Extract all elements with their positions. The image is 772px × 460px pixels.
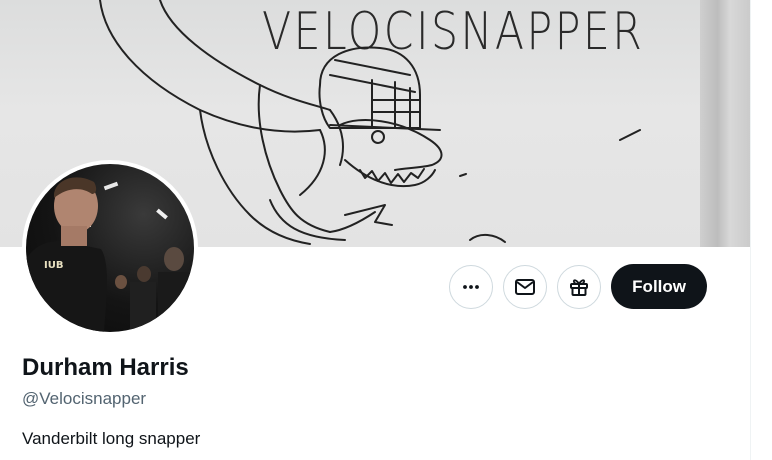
message-button[interactable] — [503, 264, 548, 309]
more-button[interactable] — [449, 264, 494, 309]
avatar-photo: IUB — [26, 164, 194, 332]
profile-actions: Follow — [449, 264, 707, 309]
more-icon — [463, 284, 480, 289]
envelope-icon — [515, 278, 536, 295]
gift-icon — [570, 278, 589, 296]
profile-avatar[interactable]: IUB — [22, 160, 198, 336]
gift-button[interactable] — [557, 264, 602, 309]
profile-name: Durham Harris — [22, 354, 189, 381]
avatar-person-icon: IUB — [26, 177, 190, 332]
profile-page: VELOCISNAPPER IUB Follow Durham Harris @… — [0, 0, 751, 460]
follow-button[interactable]: Follow — [611, 264, 707, 309]
profile-bio: Vanderbilt long snapper — [22, 429, 201, 448]
profile-handle: @Velocisnapper — [22, 389, 147, 408]
svg-text:IUB: IUB — [44, 260, 63, 271]
